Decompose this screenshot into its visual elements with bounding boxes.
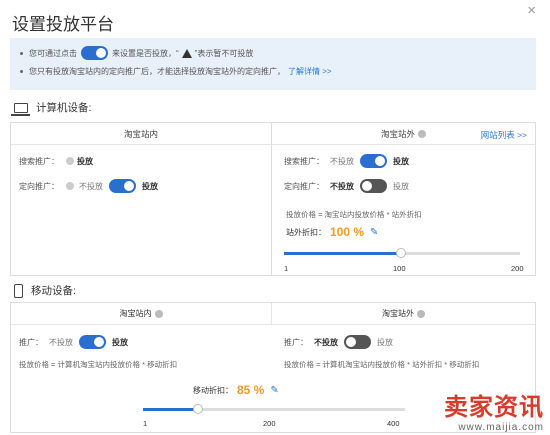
watermark: 卖家资讯 www.maijia.com bbox=[444, 387, 544, 433]
site-list-link[interactable]: 网站列表 >> bbox=[481, 129, 527, 141]
slider-fill bbox=[143, 408, 199, 411]
discount-label: 移动折扣： bbox=[193, 385, 233, 395]
price-formula: 投放价格 = 计算机淘宝站内投放价格 * 移动折扣 bbox=[19, 360, 178, 369]
outside-discount: 站外折扣： 100 % ✎ bbox=[286, 225, 378, 239]
price-formula: 投放价格 = 淘宝站内投放价格 * 站外折扣 bbox=[286, 210, 422, 219]
discount-value: 85 % bbox=[237, 383, 265, 397]
bullet-icon bbox=[20, 51, 23, 55]
slider-fill bbox=[284, 252, 402, 255]
mobile-inside-head: 淘宝站内 bbox=[11, 303, 272, 325]
targeting-label: 定向推广： bbox=[284, 181, 324, 191]
mobile-outside-head: 淘宝站外 bbox=[272, 303, 535, 325]
panel-title-text: 淘宝站外 bbox=[380, 128, 415, 139]
discount-value: 100 % bbox=[330, 225, 365, 239]
panel-title: 淘宝站外 网站列表 >> bbox=[272, 123, 535, 145]
close-icon[interactable]: × bbox=[527, 2, 536, 19]
computer-inside-targeting-row: 定向推广： 不投放 投放 bbox=[19, 178, 160, 194]
slider-min-label: 1 bbox=[284, 264, 289, 273]
notice-text-post: ”表示暂不可投放 bbox=[194, 48, 254, 58]
search-status: 投放 bbox=[77, 156, 93, 166]
price-formula: 投放价格 = 计算机淘宝站内投放价格 * 站外折扣 * 移动折扣 bbox=[284, 360, 480, 369]
watermark-url: www.maijia.com bbox=[458, 422, 544, 433]
slider-mid-label: 200 bbox=[263, 419, 276, 428]
mobile-discount: 移动折扣： 85 % ✎ bbox=[193, 383, 279, 397]
on-label: 投放 bbox=[142, 181, 158, 191]
computer-outside-targeting-row: 定向推广： 不投放 投放 bbox=[284, 178, 411, 194]
off-label: 不投放 bbox=[79, 181, 103, 191]
notice-text-mid: 来设置是否投放，“ bbox=[112, 48, 179, 58]
help-icon[interactable] bbox=[418, 129, 426, 138]
slider-handle[interactable] bbox=[193, 404, 204, 414]
panel-title-text: 淘宝站内 bbox=[123, 128, 158, 139]
mobile-section-heading: 移动设备: bbox=[14, 283, 76, 298]
help-icon[interactable] bbox=[154, 309, 163, 318]
page-title: 设置投放平台 bbox=[12, 15, 114, 34]
bullet-icon bbox=[20, 69, 23, 73]
search-label: 搜索推广： bbox=[284, 156, 324, 166]
edit-pencil-icon[interactable]: ✎ bbox=[370, 227, 378, 238]
computer-inside-search-row: 搜索推广： 投放 bbox=[19, 153, 93, 169]
targeting-label: 定向推广： bbox=[19, 181, 59, 191]
off-label: 不投放 bbox=[330, 156, 354, 166]
slider-mid-label: 100 bbox=[393, 264, 406, 273]
toggle-sample bbox=[81, 46, 108, 60]
computer-section-heading: 计算机设备: bbox=[11, 100, 92, 116]
slider-max-label: 200 bbox=[511, 264, 524, 273]
on-label: 投放 bbox=[377, 337, 393, 347]
phone-icon bbox=[14, 283, 23, 298]
notice-text-pre: 您可通过点击 bbox=[29, 48, 77, 58]
off-label: 不投放 bbox=[49, 337, 73, 347]
computer-outside-search-row: 搜索推广： 不投放 投放 bbox=[284, 153, 411, 169]
outside-discount-slider[interactable] bbox=[284, 248, 520, 258]
help-icon[interactable] bbox=[417, 309, 425, 318]
slider-min-label: 1 bbox=[143, 419, 148, 428]
computer-outside-search-toggle[interactable] bbox=[360, 154, 387, 168]
search-label: 搜索推广： bbox=[19, 156, 59, 166]
computer-inside-panel: 淘宝站内 搜索推广： 投放 定向推广： 不投放 投放 bbox=[10, 122, 272, 276]
computer-outside-targeting-toggle[interactable] bbox=[360, 179, 387, 193]
mobile-inside-promo-row: 推广： 不投放 投放 bbox=[19, 334, 130, 350]
watermark-main: 卖家资讯 bbox=[444, 394, 544, 421]
status-dot bbox=[66, 157, 74, 165]
panel-title-text: 淘宝站内 bbox=[119, 309, 152, 318]
promo-label: 推广： bbox=[284, 337, 308, 347]
on-label: 投放 bbox=[393, 156, 409, 166]
computer-heading-text: 计算机设备: bbox=[36, 102, 92, 114]
mobile-outside-promo-row: 推广： 不投放 投放 bbox=[284, 334, 395, 350]
off-label: 不投放 bbox=[330, 181, 354, 191]
monitor-icon bbox=[11, 102, 30, 116]
mobile-inside-toggle[interactable] bbox=[79, 335, 106, 349]
mobile-outside-toggle[interactable] bbox=[344, 335, 371, 349]
panel-title: 淘宝站内 bbox=[11, 123, 271, 145]
edit-pencil-icon[interactable]: ✎ bbox=[270, 385, 278, 396]
on-label: 投放 bbox=[112, 337, 128, 347]
notice-box: 您可通过点击 来设置是否投放，“ ”表示暂不可投放 您只有投放淘宝站内的定向推广… bbox=[10, 38, 536, 90]
notice-line-1: 您可通过点击 来设置是否投放，“ ”表示暂不可投放 bbox=[20, 44, 526, 62]
computer-inside-targeting-toggle[interactable] bbox=[109, 179, 136, 193]
computer-outside-panel: 淘宝站外 网站列表 >> 搜索推广： 不投放 投放 定向推广： 不投放 投放 投… bbox=[271, 122, 536, 276]
warning-icon bbox=[181, 48, 192, 58]
mobile-discount-slider[interactable] bbox=[143, 404, 405, 414]
status-dot bbox=[66, 182, 74, 190]
notice-line-2: 您只有投放淘宝站内的定向推广后，才能选择投放淘宝站外的定向推广， 了解详情 >> bbox=[20, 62, 526, 80]
learn-more-link[interactable]: 了解详情 >> bbox=[288, 66, 332, 77]
slider-max-label: 400 bbox=[387, 419, 400, 428]
on-label: 投放 bbox=[393, 181, 409, 191]
off-label: 不投放 bbox=[314, 337, 338, 347]
slider-handle[interactable] bbox=[396, 248, 407, 258]
mobile-heading-text: 移动设备: bbox=[31, 285, 76, 297]
discount-label: 站外折扣： bbox=[286, 227, 326, 237]
panel-title-text: 淘宝站外 bbox=[382, 309, 414, 318]
promo-label: 推广： bbox=[19, 337, 43, 347]
notice-text-2: 您只有投放淘宝站内的定向推广后，才能选择投放淘宝站外的定向推广， bbox=[29, 66, 285, 76]
